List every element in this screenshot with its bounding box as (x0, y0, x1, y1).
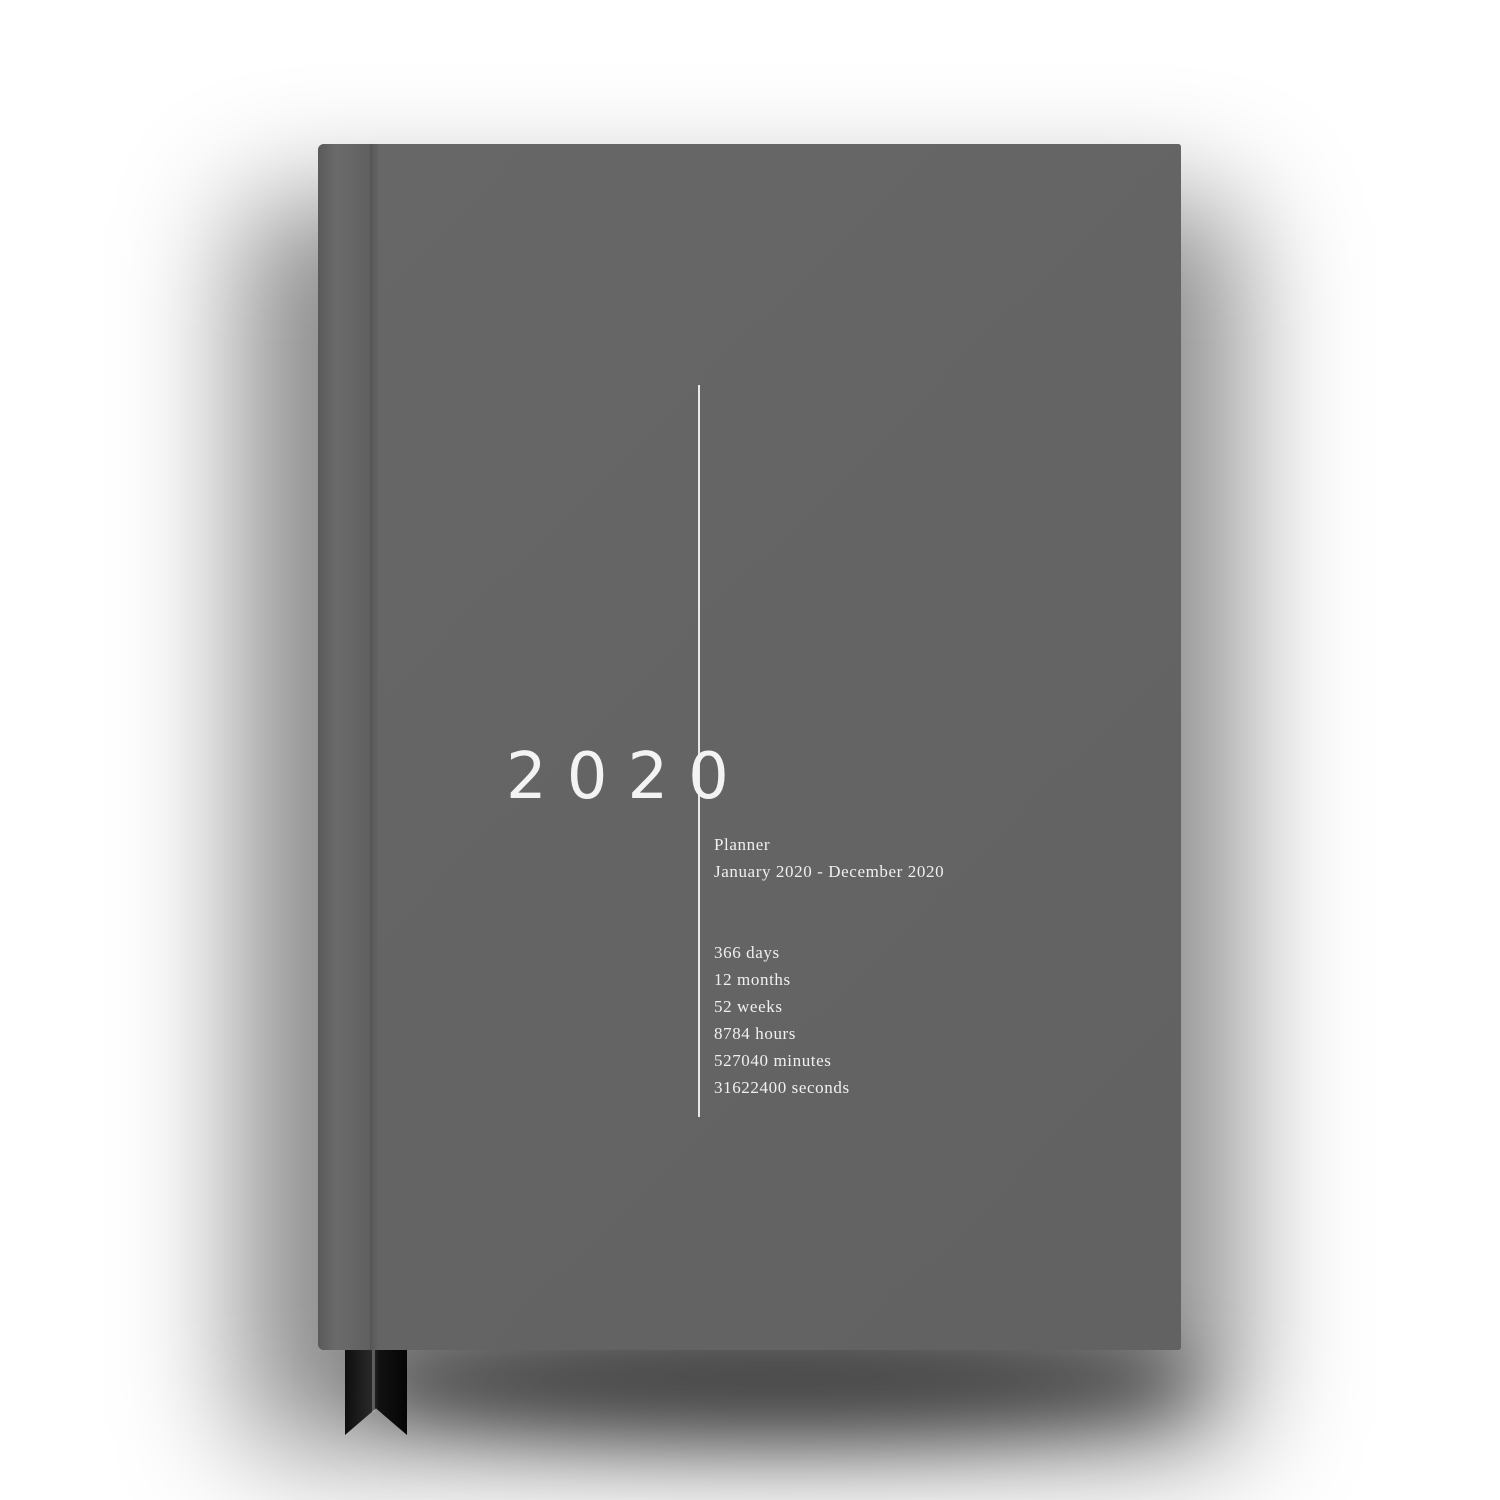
stat-days: 366 days (714, 943, 780, 962)
year-stats-list: 366 days 12 months 52 weeks 8784 hours 5… (714, 939, 850, 1101)
planner-label: Planner (714, 835, 771, 854)
stat-seconds: 31622400 seconds (714, 1078, 850, 1097)
book-cover (378, 144, 1181, 1350)
planner-title-block: Planner January 2020 - December 2020 (714, 831, 944, 885)
date-range: January 2020 - December 2020 (714, 862, 945, 881)
book-spine (318, 144, 370, 1350)
cover-year: 2020 (506, 740, 749, 814)
product-scene: 2020 Planner January 2020 - December 202… (0, 0, 1500, 1500)
stat-minutes: 527040 minutes (714, 1051, 832, 1070)
spine-hinge (370, 144, 378, 1350)
ribbon-highlight (372, 1350, 375, 1412)
stat-weeks: 52 weeks (714, 997, 783, 1016)
stat-hours: 8784 hours (714, 1024, 797, 1043)
stat-months: 12 months (714, 970, 791, 989)
planner-book (318, 144, 1181, 1350)
